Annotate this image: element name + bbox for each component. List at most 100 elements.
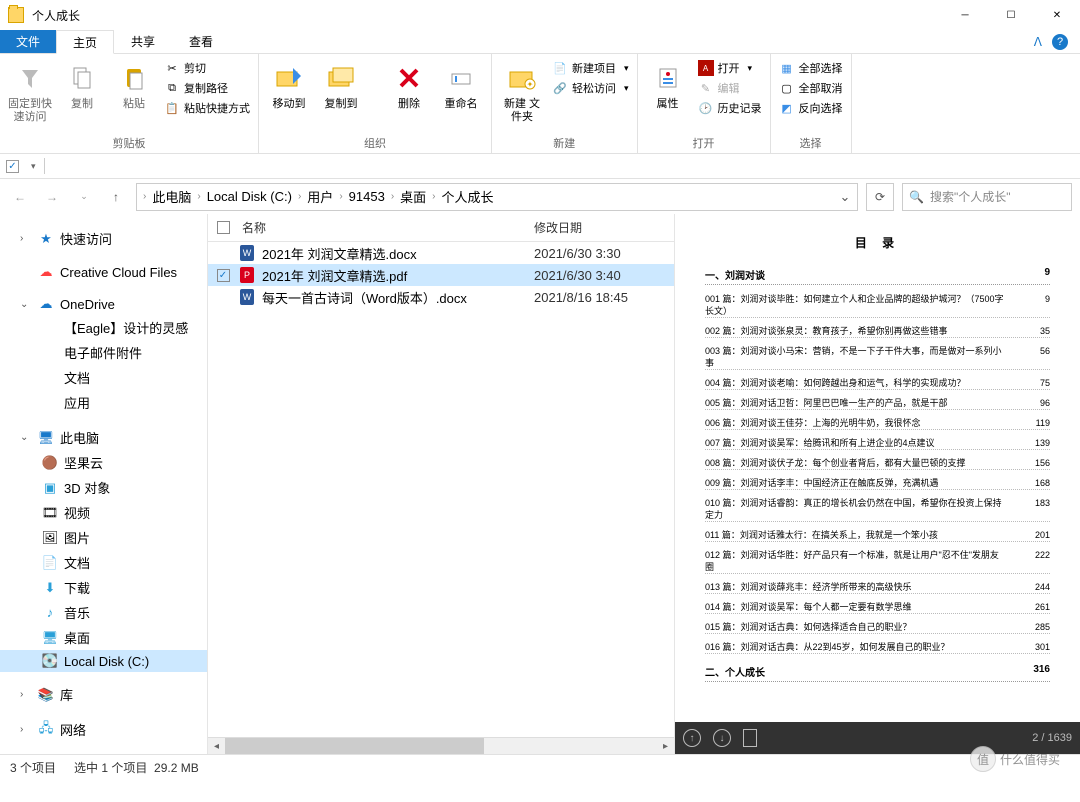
file-tab[interactable]: 文件 bbox=[0, 30, 56, 53]
pin-quickaccess-button[interactable]: 固定到快 速访问 bbox=[6, 58, 54, 128]
file-row[interactable]: W 2021年 刘润文章精选.docx 2021/6/30 3:30 bbox=[208, 242, 674, 264]
up-button[interactable]: ↑ bbox=[104, 185, 128, 209]
select-all-button[interactable]: ▦全部选择 bbox=[777, 58, 845, 78]
picture-icon: 🖼 bbox=[42, 530, 58, 546]
paste-button[interactable]: 粘贴 bbox=[110, 58, 158, 115]
nav-desktop[interactable]: 🖥桌面 bbox=[0, 625, 207, 650]
breadcrumb[interactable]: 用户 bbox=[303, 187, 337, 206]
back-button[interactable]: ← bbox=[8, 185, 32, 209]
breadcrumb[interactable]: 此电脑 bbox=[148, 187, 195, 206]
scroll-left-button[interactable]: ◂ bbox=[208, 738, 225, 755]
open-button[interactable]: A打开▾ bbox=[696, 58, 764, 78]
nav-net[interactable]: ›🖧网络 bbox=[0, 717, 207, 742]
recent-locations-button[interactable]: ⌄ bbox=[72, 185, 96, 209]
toc-entry: 009 篇：刘润对话李丰：中国经济正在触底反弹，充满机遇168 bbox=[705, 477, 1050, 490]
star-icon: ★ bbox=[38, 231, 54, 247]
docx-icon: W bbox=[238, 244, 256, 262]
nav-od-docs[interactable]: 文档 bbox=[0, 365, 207, 390]
close-button[interactable]: ✕ bbox=[1034, 0, 1080, 30]
new-folder-button[interactable]: ✦ 新建 文件夹 bbox=[498, 58, 546, 128]
folder-icon bbox=[44, 396, 57, 409]
history-button[interactable]: 🕑历史记录 bbox=[696, 98, 764, 118]
search-input[interactable]: 🔍 搜索"个人成长" bbox=[902, 183, 1072, 211]
toc-entry: 005 篇：刘润对话卫哲：阿里巴巴唯一生产的产品，就是干部96 bbox=[705, 397, 1050, 410]
help-button[interactable]: ? bbox=[1052, 34, 1068, 50]
file-row[interactable]: ✓ P 2021年 刘润文章精选.pdf 2021/6/30 3:40 bbox=[208, 264, 674, 286]
nav-doc[interactable]: 📄文档 bbox=[0, 550, 207, 575]
minimize-button[interactable]: ─ bbox=[942, 0, 988, 30]
address-dropdown-button[interactable]: ⌄ bbox=[833, 185, 857, 209]
nav-ccf[interactable]: ☁Creative Cloud Files bbox=[0, 261, 207, 283]
next-page-button[interactable]: ↓ bbox=[713, 729, 731, 747]
breadcrumb[interactable]: 个人成长 bbox=[438, 187, 498, 206]
column-name[interactable]: 名称 bbox=[238, 219, 534, 236]
copy-button[interactable]: 复制 bbox=[58, 58, 106, 115]
copy-path-button[interactable]: ⧉复制路径 bbox=[162, 78, 252, 98]
scroll-right-button[interactable]: ▸ bbox=[657, 738, 674, 755]
cut-button[interactable]: ✂剪切 bbox=[162, 58, 252, 78]
ribbon: 固定到快 速访问 复制 粘贴 ✂剪切 ⧉复制路径 📋粘贴快捷方式 剪贴板 移动到 bbox=[0, 54, 1080, 154]
toc-entry: 015 篇：刘润对话古典：如何选择适合自己的职业？285 bbox=[705, 621, 1050, 634]
breadcrumb[interactable]: 91453 bbox=[345, 189, 389, 204]
new-item-button[interactable]: 📄新建项目▾ bbox=[550, 58, 631, 78]
properties-button[interactable]: 属性 bbox=[644, 58, 692, 115]
row-checkbox[interactable]: ✓ bbox=[217, 269, 230, 282]
collapse-ribbon-button[interactable]: ᐱ bbox=[1034, 35, 1042, 49]
qat-checkbox[interactable]: ✓ bbox=[6, 160, 19, 173]
nav-pic[interactable]: 🖼图片 bbox=[0, 525, 207, 550]
nav-cdisk[interactable]: 💽Local Disk (C:) bbox=[0, 650, 207, 672]
copy-to-icon bbox=[325, 62, 357, 94]
video-icon: 🎞 bbox=[42, 505, 58, 521]
nav-jgy[interactable]: 🟤坚果云 bbox=[0, 450, 207, 475]
maximize-button[interactable]: ☐ bbox=[988, 0, 1034, 30]
scroll-thumb[interactable] bbox=[225, 738, 484, 755]
tab-home[interactable]: 主页 bbox=[56, 30, 114, 54]
window-title: 个人成长 bbox=[32, 7, 80, 24]
address-bar[interactable]: › 此电脑› Local Disk (C:)› 用户› 91453› 桌面› 个… bbox=[136, 183, 858, 211]
nav-od-eagle[interactable]: 【Eagle】设计的灵感 bbox=[0, 315, 207, 340]
delete-button[interactable]: 删除 bbox=[385, 58, 433, 115]
nav-quick-access[interactable]: ›★快速访问 bbox=[0, 226, 207, 251]
history-icon: 🕑 bbox=[698, 100, 714, 116]
select-none-button[interactable]: ▢全部取消 bbox=[777, 78, 845, 98]
copy-to-button[interactable]: 复制到 bbox=[317, 58, 365, 115]
nav-onedrive[interactable]: ⌄☁OneDrive bbox=[0, 293, 207, 315]
nav-od-email[interactable]: 电子邮件附件 bbox=[0, 340, 207, 365]
column-date[interactable]: 修改日期 bbox=[534, 219, 674, 236]
toc-entry: 002 篇：刘润对谈张泉灵：教育孩子，希望你别再做这些错事35 bbox=[705, 325, 1050, 338]
scissors-icon: ✂ bbox=[164, 60, 180, 76]
page-icon[interactable] bbox=[743, 729, 757, 747]
invert-selection-button[interactable]: ◩反向选择 bbox=[777, 98, 845, 118]
breadcrumb[interactable]: Local Disk (C:) bbox=[203, 189, 296, 204]
rename-button[interactable]: 重命名 bbox=[437, 58, 485, 115]
preview-content[interactable]: 目 录 一、刘润对谈9 001 篇：刘润对谈毕胜：如何建立个人和企业品牌的超级护… bbox=[675, 214, 1080, 722]
nav-od-apps[interactable]: 应用 bbox=[0, 390, 207, 415]
folder-icon bbox=[44, 321, 57, 334]
navigation-pane[interactable]: ›★快速访问 ☁Creative Cloud Files ⌄☁OneDrive … bbox=[0, 214, 208, 754]
tab-view[interactable]: 查看 bbox=[172, 30, 230, 53]
nav-dl[interactable]: ⬇下载 bbox=[0, 575, 207, 600]
select-all-checkbox[interactable] bbox=[217, 221, 230, 234]
nav-this-pc[interactable]: ⌄🖥此电脑 bbox=[0, 425, 207, 450]
breadcrumb[interactable]: 桌面 bbox=[396, 187, 430, 206]
nav-lib[interactable]: ›📚库 bbox=[0, 682, 207, 707]
pdf-icon: P bbox=[238, 266, 256, 284]
refresh-button[interactable]: ⟳ bbox=[866, 183, 894, 211]
tab-share[interactable]: 共享 bbox=[114, 30, 172, 53]
nav-music[interactable]: ♪音乐 bbox=[0, 600, 207, 625]
horizontal-scrollbar[interactable]: ◂ ▸ bbox=[208, 737, 674, 754]
search-placeholder: 搜索"个人成长" bbox=[930, 188, 1011, 205]
nav-3d[interactable]: ▣3D 对象 bbox=[0, 475, 207, 500]
paste-shortcut-button[interactable]: 📋粘贴快捷方式 bbox=[162, 98, 252, 118]
move-to-button[interactable]: 移动到 bbox=[265, 58, 313, 115]
search-icon: 🔍 bbox=[909, 190, 924, 204]
library-icon: 📚 bbox=[38, 687, 54, 703]
easy-access-button[interactable]: 🔗轻松访问▾ bbox=[550, 78, 631, 98]
edit-button: ✎编辑 bbox=[696, 78, 764, 98]
nav-video[interactable]: 🎞视频 bbox=[0, 500, 207, 525]
status-size: 29.2 MB bbox=[154, 761, 199, 775]
pin-icon bbox=[14, 62, 46, 94]
prev-page-button[interactable]: ↑ bbox=[683, 729, 701, 747]
file-row[interactable]: W 每天一首古诗词（Word版本）.docx 2021/8/16 18:45 bbox=[208, 286, 674, 308]
nut-icon: 🟤 bbox=[42, 455, 58, 471]
